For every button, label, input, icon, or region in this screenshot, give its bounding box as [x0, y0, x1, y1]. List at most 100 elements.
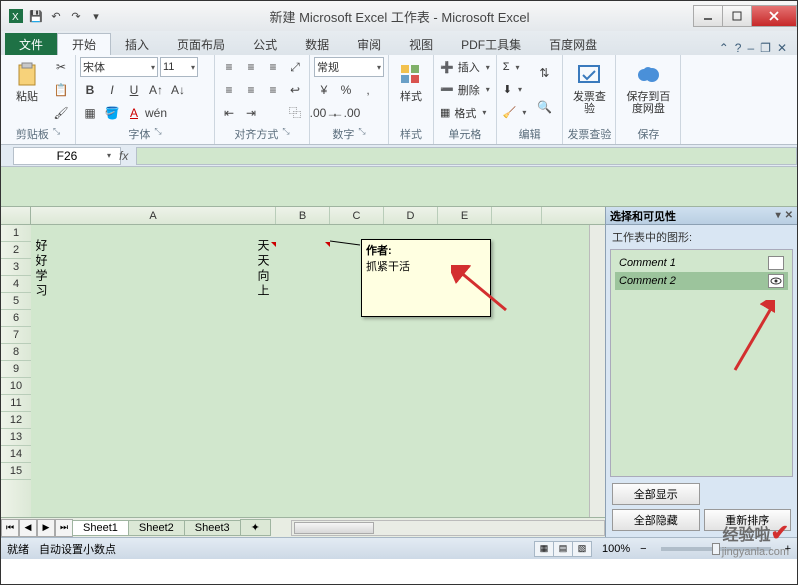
row-header-13[interactable]: 13 [1, 429, 31, 446]
save-baidu-button[interactable]: 保存到百度网盘 [620, 57, 676, 117]
hide-all-button[interactable]: 全部隐藏 [612, 509, 700, 531]
redo-icon[interactable]: ↷ [67, 7, 85, 25]
col-header-a[interactable]: A [31, 207, 276, 224]
styles-button[interactable]: 样式 [393, 57, 429, 105]
vertical-scrollbar[interactable] [589, 225, 605, 517]
tab-insert[interactable]: 插入 [111, 33, 163, 55]
tab-layout[interactable]: 页面布局 [163, 33, 239, 55]
excel-icon[interactable]: X [7, 7, 25, 25]
view-layout-icon[interactable]: ▤ [553, 541, 573, 557]
col-header-f[interactable] [492, 207, 542, 224]
font-color-icon[interactable]: A [124, 103, 144, 123]
undo-icon[interactable]: ↶ [47, 7, 65, 25]
bold-icon[interactable]: B [80, 80, 100, 100]
orientation-icon[interactable]: ⤢ [285, 57, 305, 77]
reorder-button[interactable]: 重新排序 [704, 509, 792, 531]
wrap-text-icon[interactable]: ↩ [285, 80, 305, 100]
paste-button[interactable]: 粘贴 [5, 57, 49, 105]
copy-icon[interactable]: 📋 [51, 80, 71, 100]
merge-icon[interactable]: ⿻ [285, 103, 305, 123]
pane-dropdown-icon[interactable]: ▾ [776, 210, 781, 221]
minimize-button[interactable] [693, 5, 723, 27]
align-top-icon[interactable]: ≡ [219, 57, 239, 77]
cut-icon[interactable]: ✂ [51, 57, 71, 77]
sheet-tab-2[interactable]: Sheet2 [128, 520, 185, 536]
namebox-dropdown-icon[interactable]: ▾ [107, 151, 111, 160]
align-mid-icon[interactable]: ≡ [241, 57, 261, 77]
border-icon[interactable]: ▦ [80, 103, 100, 123]
indent-dec-icon[interactable]: ⇤ [219, 103, 239, 123]
row-header-4[interactable]: 4 [1, 276, 31, 293]
maximize-button[interactable] [722, 5, 752, 27]
align-launcher-icon[interactable]: ⤡ [282, 126, 289, 142]
col-header-b[interactable]: B [276, 207, 330, 224]
sheet-tab-1[interactable]: Sheet1 [72, 520, 129, 536]
percent-icon[interactable]: % [336, 80, 356, 100]
find-select-icon[interactable]: 🔍 [530, 93, 558, 121]
row-header-12[interactable]: 12 [1, 412, 31, 429]
insert-cells-button[interactable]: ➕插入▾ [438, 57, 492, 77]
row-header-14[interactable]: 14 [1, 446, 31, 463]
tab-view[interactable]: 视图 [395, 33, 447, 55]
row-header-5[interactable]: 5 [1, 293, 31, 310]
align-center-icon[interactable]: ≡ [241, 80, 261, 100]
new-sheet-button[interactable]: ✦ [240, 519, 271, 536]
align-left-icon[interactable]: ≡ [219, 80, 239, 100]
row-header-6[interactable]: 6 [1, 310, 31, 327]
zoom-slider[interactable] [661, 547, 771, 551]
zoom-level[interactable]: 100% [602, 543, 630, 555]
row-header-2[interactable]: 2 [1, 242, 31, 259]
row-header-10[interactable]: 10 [1, 378, 31, 395]
qat-dropdown-icon[interactable]: ▾ [87, 7, 105, 25]
tab-nav-prev-icon[interactable]: ◀ [19, 519, 37, 537]
save-icon[interactable]: 💾 [27, 7, 45, 25]
font-launcher-icon[interactable]: ⤡ [154, 126, 161, 142]
row-header-8[interactable]: 8 [1, 344, 31, 361]
format-cells-button[interactable]: ▦格式▾ [438, 103, 492, 123]
tab-home[interactable]: 开始 [57, 33, 111, 55]
doc-close-icon[interactable]: ✕ [777, 41, 787, 55]
visibility-toggle-1[interactable] [768, 256, 784, 270]
row-header-11[interactable]: 11 [1, 395, 31, 412]
cell-grid[interactable]: 好好学习 天天向上 作者: 抓紧干活 [31, 225, 589, 517]
underline-icon[interactable]: U [124, 80, 144, 100]
font-name-combo[interactable]: 宋体▾ [80, 57, 158, 77]
format-painter-icon[interactable]: 🖌 [51, 103, 71, 123]
delete-cells-button[interactable]: ➖删除▾ [438, 80, 492, 100]
doc-restore-icon[interactable]: ❐ [760, 41, 771, 55]
col-header-d[interactable]: D [384, 207, 438, 224]
doc-minimize-icon[interactable]: – [747, 41, 754, 55]
help-icon[interactable]: ? [735, 41, 742, 55]
zoom-in-icon[interactable]: + [785, 543, 791, 555]
zoom-out-icon[interactable]: − [640, 543, 646, 555]
col-header-e[interactable]: E [438, 207, 492, 224]
fx-icon[interactable]: fx [119, 149, 128, 163]
autosum-button[interactable]: Σ▾ [501, 57, 529, 77]
tab-data[interactable]: 数据 [291, 33, 343, 55]
selection-item-1[interactable]: Comment 1 [615, 254, 788, 272]
row-header-3[interactable]: 3 [1, 259, 31, 276]
increase-font-icon[interactable]: A↑ [146, 80, 166, 100]
visibility-toggle-2[interactable] [768, 274, 784, 288]
horizontal-scrollbar[interactable] [291, 520, 605, 536]
row-header-1[interactable]: 1 [1, 225, 31, 242]
close-button[interactable] [751, 5, 797, 27]
indent-inc-icon[interactable]: ⇥ [241, 103, 261, 123]
italic-icon[interactable]: I [102, 80, 122, 100]
col-header-c[interactable]: C [330, 207, 384, 224]
invoice-check-button[interactable]: 发票查验 [567, 57, 611, 117]
number-launcher-icon[interactable]: ⤡ [358, 126, 365, 142]
tab-review[interactable]: 审阅 [343, 33, 395, 55]
pane-close-icon[interactable]: ✕ [785, 210, 793, 221]
number-format-combo[interactable]: 常规▾ [314, 57, 384, 77]
clear-button[interactable]: 🧹▾ [501, 103, 529, 123]
tab-baidu[interactable]: 百度网盘 [535, 33, 611, 55]
tab-formulas[interactable]: 公式 [239, 33, 291, 55]
select-all-button[interactable] [1, 207, 31, 224]
decrease-font-icon[interactable]: A↓ [168, 80, 188, 100]
tab-file[interactable]: 文件 [5, 33, 57, 55]
align-right-icon[interactable]: ≡ [263, 80, 283, 100]
font-size-combo[interactable]: 11▾ [160, 57, 198, 77]
row-header-7[interactable]: 7 [1, 327, 31, 344]
show-all-button[interactable]: 全部显示 [612, 483, 700, 505]
